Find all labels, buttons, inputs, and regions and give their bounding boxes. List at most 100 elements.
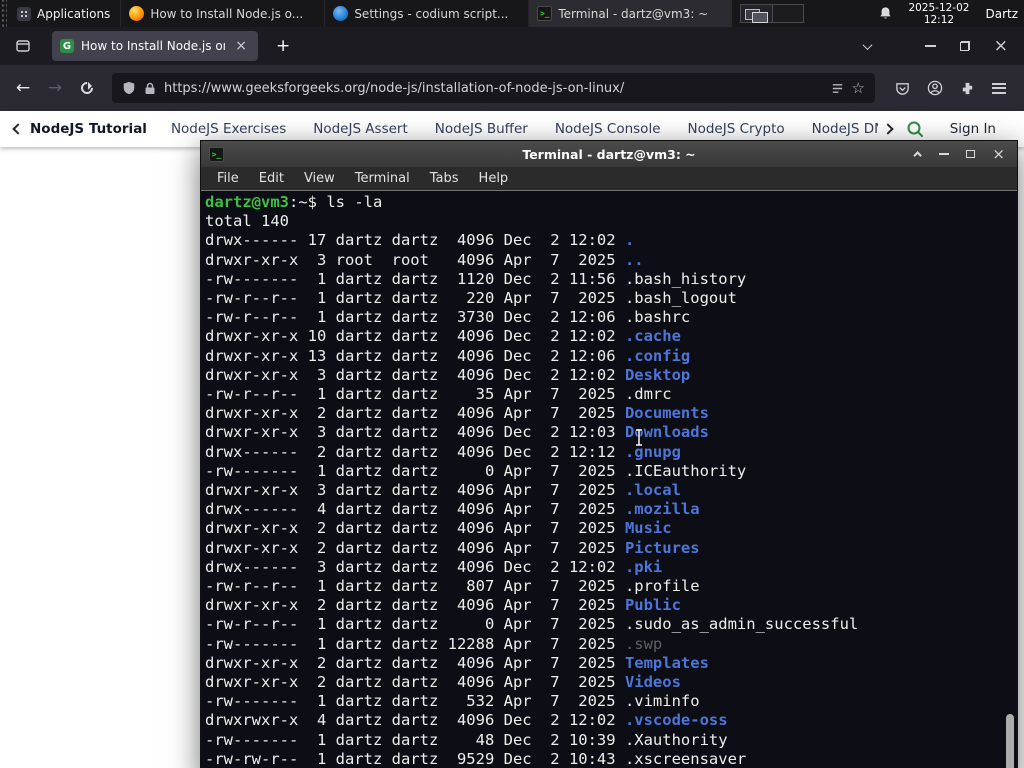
terminal-total-line: total 140 bbox=[205, 212, 289, 231]
site-nav-link-0[interactable]: NodeJS Exercises bbox=[171, 121, 286, 137]
terminal-listing-line: -rw-r--r-- 1 dartz dartz 807 Apr 7 2025 … bbox=[205, 577, 700, 596]
chevron-down-icon bbox=[862, 39, 873, 50]
terminal-listing-line: -rw-r--r-- 1 dartz dartz 0 Apr 7 2025 .s… bbox=[205, 615, 859, 634]
terminal-listing-line: drwxr-xr-x 2 dartz dartz 4096 Apr 7 2025… bbox=[205, 596, 681, 615]
sign-in-button[interactable]: Sign In bbox=[950, 121, 996, 137]
clock-time: 12:12 bbox=[923, 13, 955, 26]
nav-scroll-right-icon[interactable] bbox=[882, 123, 894, 135]
reload-button[interactable] bbox=[74, 79, 100, 97]
terminal-listing-line: -rw-r--r-- 1 dartz dartz 220 Apr 7 2025 … bbox=[205, 289, 737, 308]
close-button[interactable]: × bbox=[994, 37, 1008, 55]
terminal-listing-line: -rw------- 1 dartz dartz 48 Dec 2 10:39 … bbox=[205, 730, 728, 749]
extensions-icon[interactable] bbox=[960, 81, 975, 96]
site-nav-link-4[interactable]: NodeJS Crypto bbox=[688, 121, 785, 137]
shield-icon bbox=[123, 81, 135, 95]
site-nav-link-1[interactable]: NodeJS Assert bbox=[313, 121, 408, 137]
tab-favicon: G bbox=[60, 39, 74, 53]
terminal-listing-line: drwxr-xr-x 2 dartz dartz 4096 Apr 7 2025… bbox=[205, 673, 681, 692]
terminal-menu-terminal[interactable]: Terminal bbox=[345, 171, 420, 186]
restore-button[interactable] bbox=[959, 41, 970, 51]
taskbar-item-title: Settings - codium script... bbox=[354, 6, 509, 21]
taskbar-item-title: Terminal - dartz@vm3: ~ bbox=[558, 6, 709, 21]
url-text: https://www.geeksforgeeks.org/node-js/in… bbox=[164, 80, 625, 96]
terminal-close-button[interactable]: × bbox=[992, 146, 1005, 162]
site-nav-primary[interactable]: NodeJS Tutorial bbox=[30, 121, 147, 137]
desktop: Applications How to Install Node.js o...… bbox=[0, 0, 1024, 768]
back-button[interactable]: ← bbox=[10, 78, 36, 98]
account-icon[interactable] bbox=[927, 80, 943, 96]
reader-view-icon[interactable] bbox=[831, 82, 844, 95]
terminal-body[interactable]: dartz@vm3:~$ ls -la total 140 drwx------ 1… bbox=[201, 191, 1017, 768]
mouse-cursor bbox=[633, 428, 645, 451]
panel-clock[interactable]: 2025-12-02 12:12 bbox=[900, 2, 977, 26]
settings-icon bbox=[333, 6, 349, 21]
list-all-tabs-button[interactable] bbox=[858, 37, 877, 56]
new-tab-button[interactable]: + bbox=[268, 36, 298, 56]
workspace-switcher bbox=[740, 4, 805, 23]
terminal-menu-view[interactable]: View bbox=[294, 171, 345, 186]
firefox-view-icon bbox=[16, 40, 30, 52]
terminal-listing-line: -rw-r--r-- 1 dartz dartz 35 Apr 7 2025 .… bbox=[205, 385, 672, 404]
address-bar[interactable]: https://www.geeksforgeeks.org/node-js/in… bbox=[112, 73, 875, 103]
nav-scroll-left-icon[interactable] bbox=[12, 123, 24, 135]
firefox-tab-bar: G How to Install Node.js on... × + × bbox=[0, 27, 1024, 65]
terminal-listing-line: drwx------ 17 dartz dartz 4096 Dec 2 12:… bbox=[205, 231, 635, 250]
workspace-1[interactable] bbox=[741, 5, 773, 23]
terminal-listing-line: drwxrwxr-x 4 dartz dartz 4096 Dec 2 12:0… bbox=[205, 711, 728, 730]
terminal-menu-edit[interactable]: Edit bbox=[249, 171, 294, 186]
terminal-scrollbar[interactable] bbox=[1005, 191, 1016, 768]
terminal-titlebar[interactable]: >_ Terminal - dartz@vm3: ~ × bbox=[201, 141, 1017, 167]
tab-title: How to Install Node.js on... bbox=[81, 39, 225, 53]
taskbar-item-settings[interactable]: Settings - codium script... bbox=[324, 0, 528, 27]
terminal-listing-line: -rw------- 1 dartz dartz 532 Apr 7 2025 … bbox=[205, 692, 700, 711]
site-nav-link-2[interactable]: NodeJS Buffer bbox=[435, 121, 528, 137]
terminal-window-controls: × bbox=[913, 146, 1009, 162]
site-nav-link-3[interactable]: NodeJS Console bbox=[555, 121, 661, 137]
reload-icon bbox=[78, 79, 96, 97]
terminal-listing-line: drwxr-xr-x 13 dartz dartz 4096 Dec 2 12:… bbox=[205, 346, 691, 365]
terminal-menu-tabs[interactable]: Tabs bbox=[420, 171, 469, 186]
search-icon[interactable] bbox=[906, 120, 924, 138]
terminal-maximize-button[interactable] bbox=[966, 150, 976, 158]
minimize-button[interactable] bbox=[924, 45, 936, 47]
site-nav-right: Sign In bbox=[906, 120, 1012, 138]
notifications-button[interactable] bbox=[871, 0, 900, 27]
terminal-listing-line: drwx------ 4 dartz dartz 4096 Apr 7 2025… bbox=[205, 500, 700, 519]
terminal-listing-line: -rw-r--r-- 1 dartz dartz 3730 Dec 2 12:0… bbox=[205, 308, 691, 327]
terminal-menu-file[interactable]: File bbox=[207, 171, 249, 186]
menu-icon[interactable] bbox=[992, 82, 1006, 94]
terminal-icon: >_ bbox=[537, 6, 553, 21]
terminal-listing-line: -rw------- 1 dartz dartz 1120 Dec 2 11:5… bbox=[205, 269, 747, 288]
terminal-listing-line: drwxr-xr-x 2 dartz dartz 4096 Apr 7 2025… bbox=[205, 519, 672, 538]
browser-tab[interactable]: G How to Install Node.js on... × bbox=[52, 31, 258, 61]
bell-icon bbox=[880, 7, 891, 19]
terminal-window: >_ Terminal - dartz@vm3: ~ × File Edit Vie… bbox=[200, 140, 1018, 768]
terminal-output: dartz@vm3:~$ ls -la total 140 drwx------ 1… bbox=[201, 191, 1017, 768]
terminal-menubar: File Edit View Terminal Tabs Help bbox=[201, 167, 1017, 191]
terminal-listing-line: drwxr-xr-x 3 dartz dartz 4096 Dec 2 12:0… bbox=[205, 423, 709, 442]
applications-label: Applications bbox=[37, 6, 111, 21]
site-nav-link-5[interactable]: NodeJS DNS bbox=[812, 121, 878, 137]
terminal-prompt-line: dartz@vm3:~$ ls -la bbox=[205, 193, 383, 211]
terminal-listing-line: drwxr-xr-x 10 dartz dartz 4096 Dec 2 12:… bbox=[205, 327, 681, 346]
lock-icon[interactable] bbox=[144, 82, 156, 95]
terminal-listing-line: drwx------ 3 dartz dartz 4096 Dec 2 12:0… bbox=[205, 557, 663, 576]
terminal-listing-line: drwxr-xr-x 3 dartz dartz 4096 Dec 2 12:0… bbox=[205, 365, 691, 384]
pocket-icon[interactable] bbox=[895, 81, 910, 96]
terminal-minimize-button[interactable] bbox=[939, 153, 950, 155]
applications-menu-button[interactable]: Applications bbox=[7, 0, 120, 27]
terminal-listing-line: drwx------ 2 dartz dartz 4096 Dec 2 12:1… bbox=[205, 442, 681, 461]
workspace-2[interactable] bbox=[772, 5, 804, 22]
taskbar-item-firefox[interactable]: How to Install Node.js o... bbox=[120, 0, 324, 27]
tab-close-button[interactable]: × bbox=[232, 38, 250, 54]
taskbar-item-terminal[interactable]: >_ Terminal - dartz@vm3: ~ bbox=[528, 0, 733, 27]
terminal-menu-help[interactable]: Help bbox=[469, 171, 519, 186]
firefox-icon bbox=[129, 6, 145, 21]
terminal-listing-line: -rw------- 1 dartz dartz 12288 Apr 7 202… bbox=[205, 634, 663, 653]
bookmark-star-icon[interactable]: ☆ bbox=[852, 79, 865, 97]
firefox-view-button[interactable] bbox=[10, 33, 36, 59]
panel-handle[interactable] bbox=[0, 0, 7, 27]
window-controls: × bbox=[924, 37, 1024, 55]
panel-username: Dartz bbox=[985, 6, 1018, 21]
terminal-scrollbar-thumb[interactable] bbox=[1006, 714, 1014, 768]
